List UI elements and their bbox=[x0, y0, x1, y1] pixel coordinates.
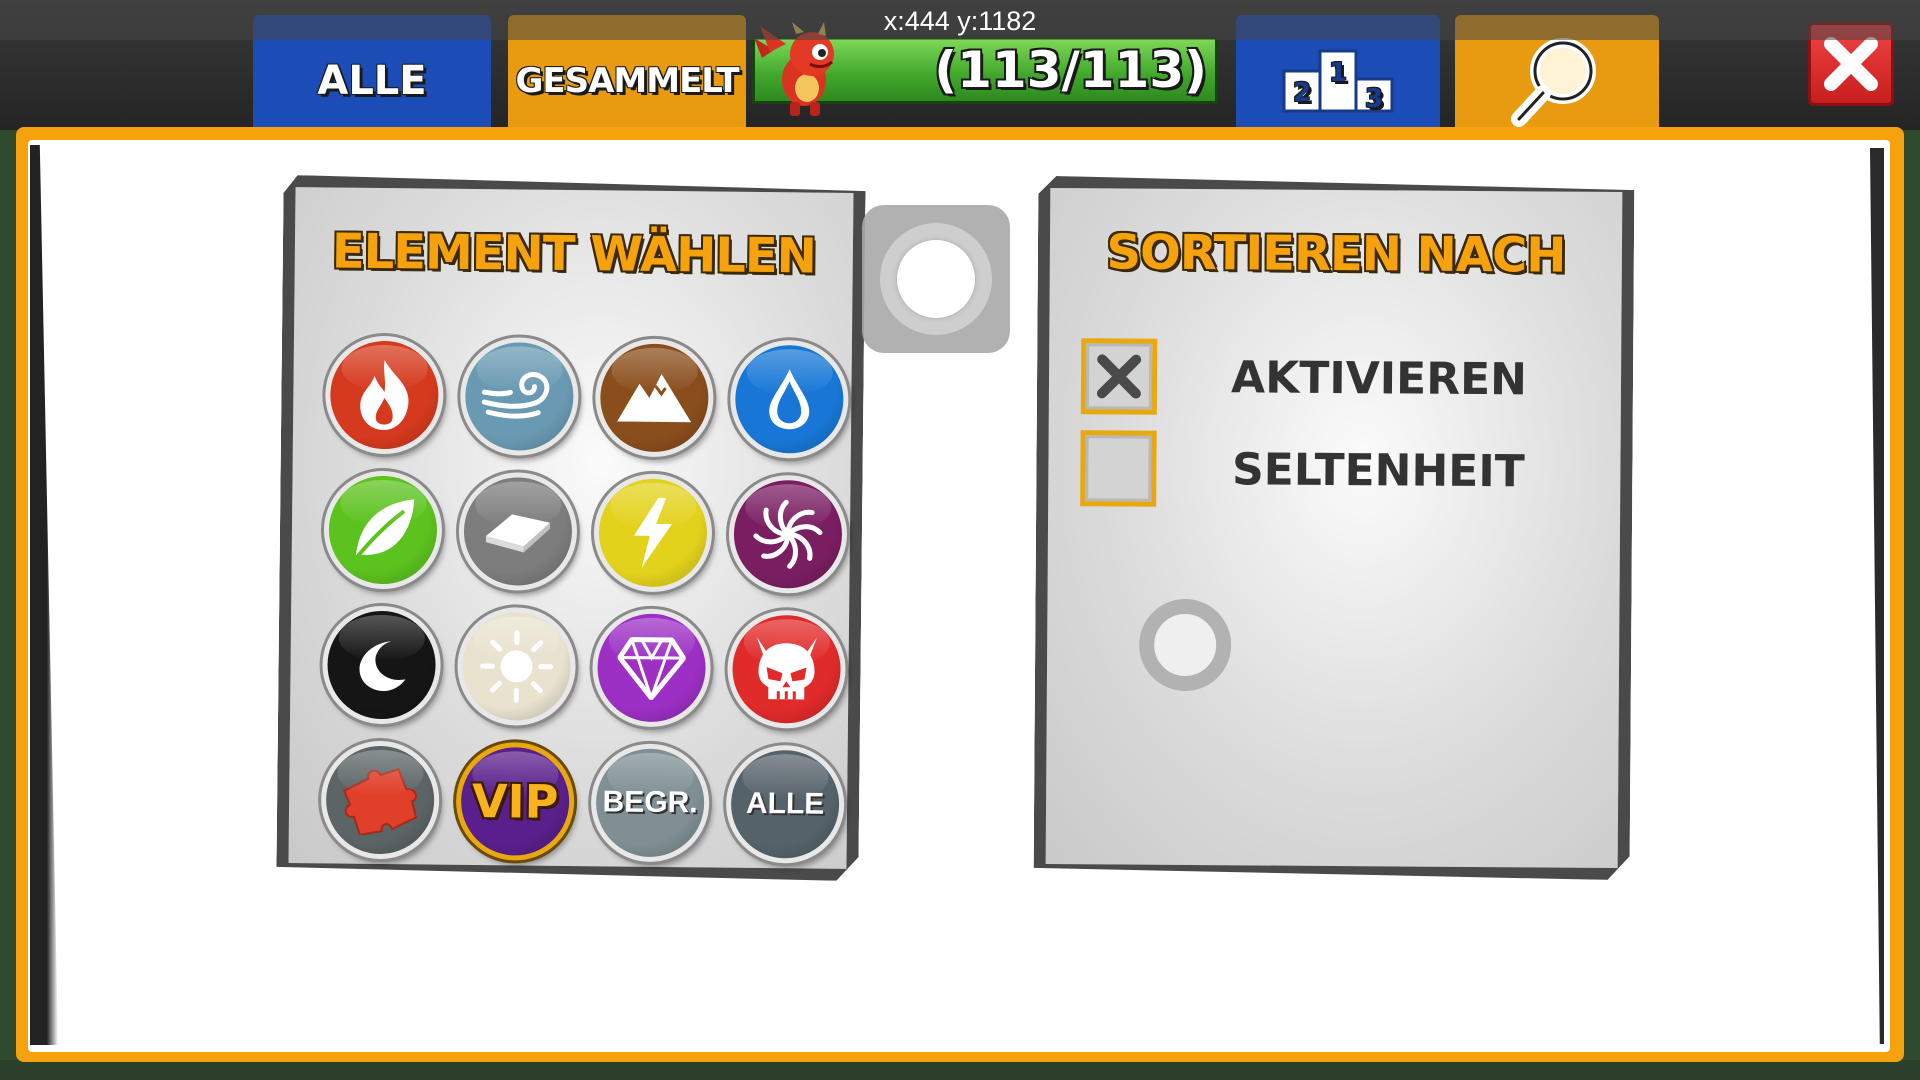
svg-text:3: 3 bbox=[1365, 84, 1383, 114]
svg-text:2: 2 bbox=[1293, 78, 1311, 108]
sort-option-rarity[interactable]: SELTENHEIT bbox=[1080, 430, 1601, 510]
limited-label: BEGR. bbox=[602, 785, 698, 820]
element-vip-button[interactable]: VIP bbox=[456, 742, 575, 861]
element-water-button[interactable] bbox=[730, 340, 849, 459]
element-puzzle-button[interactable] bbox=[321, 740, 440, 859]
vip-label: VIP bbox=[471, 773, 559, 829]
sort-option-activate[interactable]: AKTIVIEREN bbox=[1081, 338, 1602, 418]
element-grid: VIP BEGR. ALLE bbox=[321, 335, 849, 863]
droplet-icon bbox=[767, 367, 812, 431]
element-metal-button[interactable] bbox=[458, 472, 577, 591]
diamond-icon bbox=[617, 635, 686, 700]
flame-icon bbox=[352, 358, 417, 433]
sort-option-label: AKTIVIEREN bbox=[1230, 351, 1528, 405]
touch-indicator-dot bbox=[897, 240, 975, 318]
touch-ring-indicator bbox=[1139, 599, 1232, 692]
element-pure-button[interactable] bbox=[592, 608, 711, 727]
checkbox-rarity[interactable] bbox=[1080, 430, 1157, 507]
element-earth-button[interactable] bbox=[595, 338, 714, 457]
skull-icon bbox=[746, 629, 827, 710]
swirl-icon bbox=[480, 366, 559, 427]
metal-bar-icon bbox=[482, 506, 555, 557]
sun-icon bbox=[478, 628, 555, 705]
element-filter-panel: ELEMENT WÄHLEN VIP BEGR. ALLE bbox=[276, 175, 865, 881]
spiral-icon bbox=[750, 496, 827, 573]
element-void-button[interactable] bbox=[728, 475, 847, 594]
element-all-button[interactable]: ALLE bbox=[726, 745, 845, 864]
sort-panel: SORTIEREN NACH AKTIVIEREN SELTENHEIT bbox=[1034, 176, 1635, 880]
element-dark-button[interactable] bbox=[322, 605, 441, 724]
search-icon bbox=[1511, 38, 1596, 127]
element-wind-button[interactable] bbox=[460, 337, 579, 456]
check-x-icon bbox=[1094, 351, 1144, 401]
pointer-coordinates-overlay: x:444 y:1182 bbox=[0, 0, 1920, 40]
element-plant-button[interactable] bbox=[323, 470, 442, 589]
progress-count: (113/113) bbox=[934, 41, 1207, 99]
checkbox-activate[interactable] bbox=[1081, 338, 1158, 415]
sort-option-label: SELTENHEIT bbox=[1231, 443, 1525, 497]
element-legend-button[interactable] bbox=[727, 610, 846, 729]
svg-text:1: 1 bbox=[1329, 58, 1347, 88]
game-background-bottom bbox=[0, 1060, 1920, 1080]
touch-indicator-ring bbox=[880, 223, 992, 335]
touch-indicator bbox=[862, 205, 1010, 353]
lightning-icon bbox=[628, 496, 679, 571]
podium-icon: 1 2 3 bbox=[1282, 49, 1394, 114]
element-energy-button[interactable] bbox=[593, 473, 712, 592]
leaf-icon bbox=[348, 495, 419, 566]
all-elements-label: ALLE bbox=[745, 786, 825, 821]
element-panel-title: ELEMENT WÄHLEN bbox=[331, 223, 817, 285]
puzzle-icon bbox=[338, 765, 423, 836]
close-icon bbox=[1824, 37, 1878, 91]
element-light-button[interactable] bbox=[457, 607, 576, 726]
element-limited-button[interactable]: BEGR. bbox=[591, 743, 710, 862]
element-fire-button[interactable] bbox=[325, 335, 444, 454]
mountain-icon bbox=[615, 369, 694, 426]
moon-icon bbox=[351, 635, 412, 696]
sort-panel-title: SORTIEREN NACH bbox=[1106, 224, 1566, 284]
